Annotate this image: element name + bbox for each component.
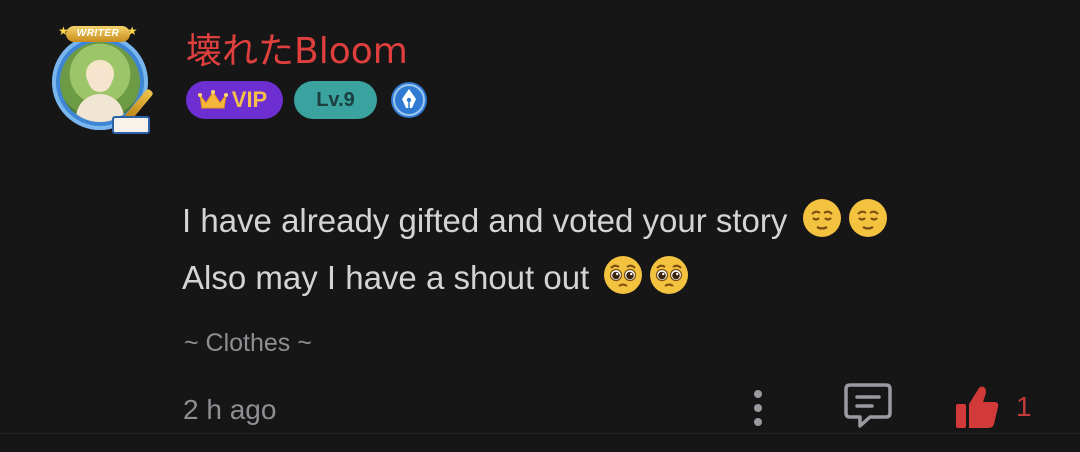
pen-nib-icon[interactable]	[390, 81, 428, 119]
writer-frame-tag: ★ WRITER ★	[58, 24, 137, 42]
star-icon: ★	[126, 24, 138, 38]
username[interactable]: 壊れたBloom	[186, 30, 408, 74]
writer-frame-label: WRITER	[76, 28, 120, 39]
like-button[interactable]: 1	[952, 384, 1032, 430]
like-count: 1	[1016, 391, 1032, 422]
comment-line-2: Also may I have a shout out	[182, 249, 889, 306]
divider	[0, 433, 1080, 434]
thumbs-up-icon	[956, 386, 999, 428]
comment-timestamp: 2 h ago	[183, 394, 277, 425]
comment-item: ★ WRITER ★ 壊れたBloom VIP Lv.9 I have alre…	[0, 0, 1080, 452]
pleading-face-emoji	[650, 256, 689, 294]
avatar[interactable]: ★ WRITER ★	[46, 24, 162, 134]
level-badge[interactable]: Lv.9	[294, 81, 377, 119]
relieved-face-emoji	[848, 199, 887, 237]
comment-line-2-text: Also may I have a shout out	[182, 259, 590, 296]
vip-badge[interactable]: VIP	[186, 81, 283, 119]
comment-line-1-text: I have already gifted and voted your sto…	[182, 202, 788, 239]
pleading-face-emoji	[604, 256, 643, 294]
crown-icon	[197, 90, 228, 109]
chapter-reference[interactable]: ~ Clothes ~	[184, 327, 312, 359]
reply-comment-icon[interactable]	[842, 381, 894, 431]
open-book-icon	[112, 116, 150, 134]
relieved-face-emoji	[802, 199, 841, 237]
comment-line-1: I have already gifted and voted your sto…	[182, 192, 889, 249]
more-vertical-icon[interactable]	[745, 386, 771, 430]
vip-label: VIP	[231, 87, 268, 112]
user-badges: VIP Lv.9	[186, 81, 428, 119]
comment-body: I have already gifted and voted your sto…	[182, 192, 889, 306]
star-icon: ★	[58, 24, 70, 38]
